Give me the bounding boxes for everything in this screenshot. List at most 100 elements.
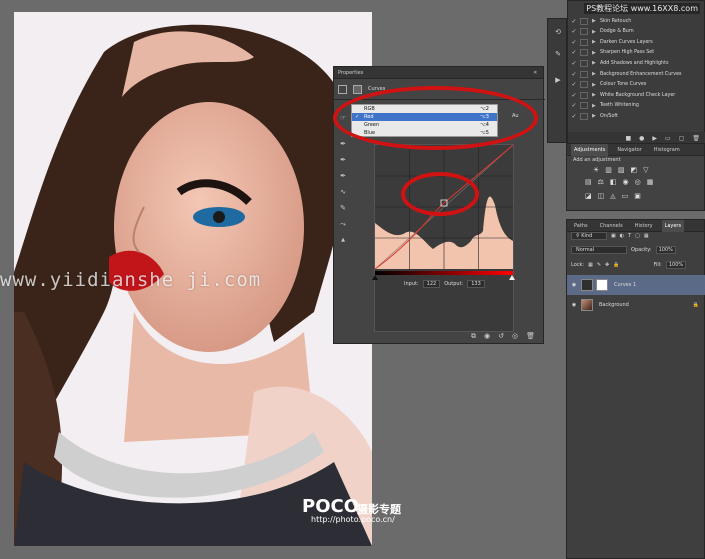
blend-mode-select[interactable]: Normal [571,246,627,254]
color-balance-icon[interactable]: ⚖ [598,178,604,186]
expand-icon[interactable]: ▶ [592,113,600,119]
smooth-icon[interactable]: ⤳ [338,219,348,229]
input-field[interactable]: 122 [422,280,441,288]
dialog-toggle-icon[interactable] [580,112,588,120]
black-slider[interactable] [372,275,378,280]
fill-field[interactable]: 100% [665,261,687,269]
action-item[interactable]: ✓ ▶ Darken Curves Layers [568,37,705,47]
visibility-eye-icon[interactable]: ◉ [567,302,581,308]
reset-icon[interactable]: ↺ [498,332,504,340]
channel-mixer-icon[interactable]: ◎ [635,178,641,186]
expand-icon[interactable]: ▶ [592,71,600,77]
clipping-warning-icon[interactable]: ▲ [338,235,348,245]
black-point-eyedropper-icon[interactable]: ✒ [338,139,348,149]
dialog-toggle-icon[interactable] [580,17,588,25]
output-field[interactable]: 133 [467,280,485,288]
folder-icon[interactable]: ▭ [665,135,671,142]
action-item[interactable]: ✓ ▶ Add Shadows and Highlights [568,58,705,68]
hue-saturation-icon[interactable]: ▤ [585,178,592,186]
actions-icon[interactable]: ▶ [553,75,563,85]
stop-icon[interactable]: ■ [625,135,631,142]
opacity-field[interactable]: 100% [655,246,676,254]
check-icon[interactable]: ✓ [568,49,580,56]
layer-mask-thumb[interactable] [596,279,608,291]
tab-histogram[interactable]: Histogram [651,144,683,156]
filter-smart-icon[interactable]: ▦ [644,233,649,239]
filter-pixel-icon[interactable]: ▣ [611,233,616,239]
filter-type-icon[interactable]: T [628,233,631,239]
expand-icon[interactable]: ▶ [592,50,600,56]
action-item[interactable]: ✓ ▶ Colour Tone Curves [568,80,705,90]
expand-icon[interactable]: ▶ [592,92,600,98]
white-point-eyedropper-icon[interactable]: ✒ [338,171,348,181]
action-item[interactable]: ✓ ▶ Dodge & Burn [568,27,705,37]
dialog-toggle-icon[interactable] [580,49,588,57]
edit-points-icon[interactable]: ∿ [338,187,348,197]
clip-to-layer-icon[interactable]: ⧉ [471,332,476,341]
lock-brush-icon[interactable]: ✎ [597,262,601,268]
action-item[interactable]: ✓ ▶ Skin Retouch [568,16,705,26]
check-icon[interactable]: ✓ [568,39,580,46]
check-icon[interactable]: ✓ [568,60,580,67]
visibility-eye-icon[interactable]: ◉ [567,282,581,288]
visibility-icon[interactable]: ◎ [512,332,518,340]
action-item[interactable]: ✓ ▶ Teeth Whitening [568,101,705,111]
new-action-icon[interactable]: ▢ [679,135,685,142]
selective-color-icon[interactable]: ▣ [634,192,641,200]
action-item[interactable]: ✓ ▶ On/Soft [568,111,705,121]
tab-paths[interactable]: Paths [571,220,591,232]
expand-icon[interactable]: ▶ [592,39,600,45]
mask-icon[interactable] [353,84,362,94]
check-icon[interactable]: ✓ [568,18,580,25]
gradient-map-icon[interactable]: ▭ [622,192,629,200]
expand-icon[interactable]: ▶ [592,60,600,66]
black-white-icon[interactable]: ◧ [610,178,617,186]
invert-icon[interactable]: ◪ [585,192,592,200]
record-icon[interactable]: ● [639,135,644,142]
delete-adjustment-icon[interactable]: 🗑 [526,332,535,340]
dialog-toggle-icon[interactable] [580,59,588,67]
tab-layers[interactable]: Layers [661,219,685,232]
layer-row-background[interactable]: ◉ Background 🔒 [567,295,705,315]
filter-kind-select[interactable]: ⚲ Kind [571,232,607,240]
expand-icon[interactable]: ▶ [592,18,600,24]
collapse-icon[interactable]: « [533,69,537,76]
history-icon[interactable]: ⟲ [553,27,563,37]
tab-navigator[interactable]: Navigator [614,144,644,156]
dialog-toggle-icon[interactable] [580,70,588,78]
posterize-icon[interactable]: ◫ [598,192,605,200]
action-item[interactable]: ✓ ▶ Sharpen High Pass Set [568,48,705,58]
expand-icon[interactable]: ▶ [592,103,600,109]
tab-history[interactable]: History [632,220,656,232]
action-item[interactable]: ✓ ▶ White Background Check Layer [568,90,705,100]
draw-curve-icon[interactable]: ✎ [338,203,348,213]
trash-icon[interactable]: 🗑 [692,135,700,142]
gray-point-eyedropper-icon[interactable]: ✒ [338,155,348,165]
dialog-toggle-icon[interactable] [580,81,588,89]
lock-all-icon[interactable]: 🔒 [613,262,619,268]
check-icon[interactable]: ✓ [568,28,580,35]
white-slider[interactable] [509,275,515,280]
tab-channels[interactable]: Channels [597,220,626,232]
photo-filter-icon[interactable]: ◉ [623,178,629,186]
tab-adjustments[interactable]: Adjustments [571,143,609,156]
color-lookup-icon[interactable]: ▦ [647,178,654,186]
dialog-toggle-icon[interactable] [580,38,588,46]
threshold-icon[interactable]: ◬ [610,192,615,200]
levels-icon[interactable]: ▥ [605,166,612,174]
filter-shape-icon[interactable]: ▢ [635,233,640,239]
filter-adjust-icon[interactable]: ◐ [620,233,624,239]
check-icon[interactable]: ✓ [568,71,580,78]
view-previous-icon[interactable]: ◉ [484,332,490,340]
curves-icon[interactable]: ▨ [618,166,625,174]
expand-icon[interactable]: ▶ [592,29,600,35]
exposure-icon[interactable]: ◩ [631,166,638,174]
dialog-toggle-icon[interactable] [580,91,588,99]
brush-presets-icon[interactable]: ✎ [553,49,563,59]
check-icon[interactable]: ✓ [568,102,580,109]
play-icon[interactable]: ▶ [652,135,657,142]
brightness-icon[interactable]: ☀ [593,166,599,174]
check-icon[interactable]: ✓ [568,81,580,88]
dialog-toggle-icon[interactable] [580,102,588,110]
dialog-toggle-icon[interactable] [580,28,588,36]
